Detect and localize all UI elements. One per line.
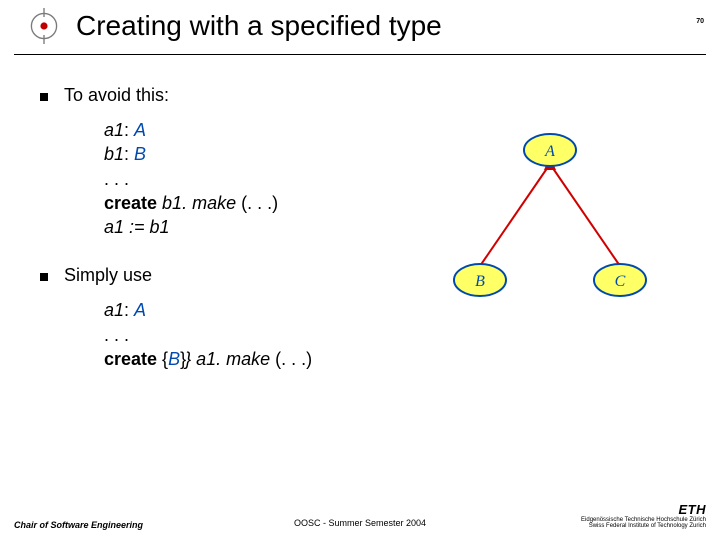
slide-title: Creating with a specified type [76, 10, 442, 42]
code-punct: : [124, 120, 134, 140]
code-ident: } a1. make [185, 349, 275, 369]
eth-logo: ETH [581, 502, 706, 517]
footer-left: Chair of Software Engineering [14, 520, 143, 530]
code-line: . . . [104, 323, 680, 347]
node-label-a: A [544, 143, 555, 160]
code-ident: b1. make [157, 193, 241, 213]
code-type: A [134, 120, 146, 140]
code-type: B [168, 349, 180, 369]
square-bullet-icon [40, 93, 48, 101]
code-ident: a1 [104, 300, 124, 320]
code-punct: : [124, 300, 134, 320]
page-number: 70 [696, 18, 704, 25]
slide-header: Creating with a specified type [14, 0, 706, 55]
footer-center: OOSC - Summer Semester 2004 [294, 518, 426, 528]
code-keyword: create [104, 193, 157, 213]
node-label-b: B [475, 273, 485, 290]
code-punct: { [157, 349, 168, 369]
eth-subtitle: Eidgenössische Technische Hochschule Zür… [581, 517, 706, 524]
code-punct: (. . .) [275, 349, 312, 369]
bullet-text: To avoid this: [64, 85, 169, 106]
code-type: A [134, 300, 146, 320]
eth-subtitle: Swiss Federal Institute of Technology Zu… [581, 523, 706, 530]
bullet-logo-icon [26, 8, 62, 44]
code-ident: a1 [104, 120, 124, 140]
code-keyword: create [104, 349, 157, 369]
square-bullet-icon [40, 273, 48, 281]
code-punct: : [124, 144, 134, 164]
code-ident: b1 [104, 144, 124, 164]
slide-footer: Chair of Software Engineering OOSC - Sum… [0, 496, 720, 540]
bullet-item: To avoid this: [40, 85, 680, 106]
class-hierarchy-diagram: A B C [440, 130, 660, 310]
code-punct: (. . .) [241, 193, 278, 213]
code-line: create {B}} a1. make (. . .) [104, 347, 680, 371]
node-label-c: C [615, 273, 626, 290]
footer-right: ETH Eidgenössische Technische Hochschule… [581, 502, 706, 530]
bullet-text: Simply use [64, 265, 152, 286]
code-type: B [134, 144, 146, 164]
